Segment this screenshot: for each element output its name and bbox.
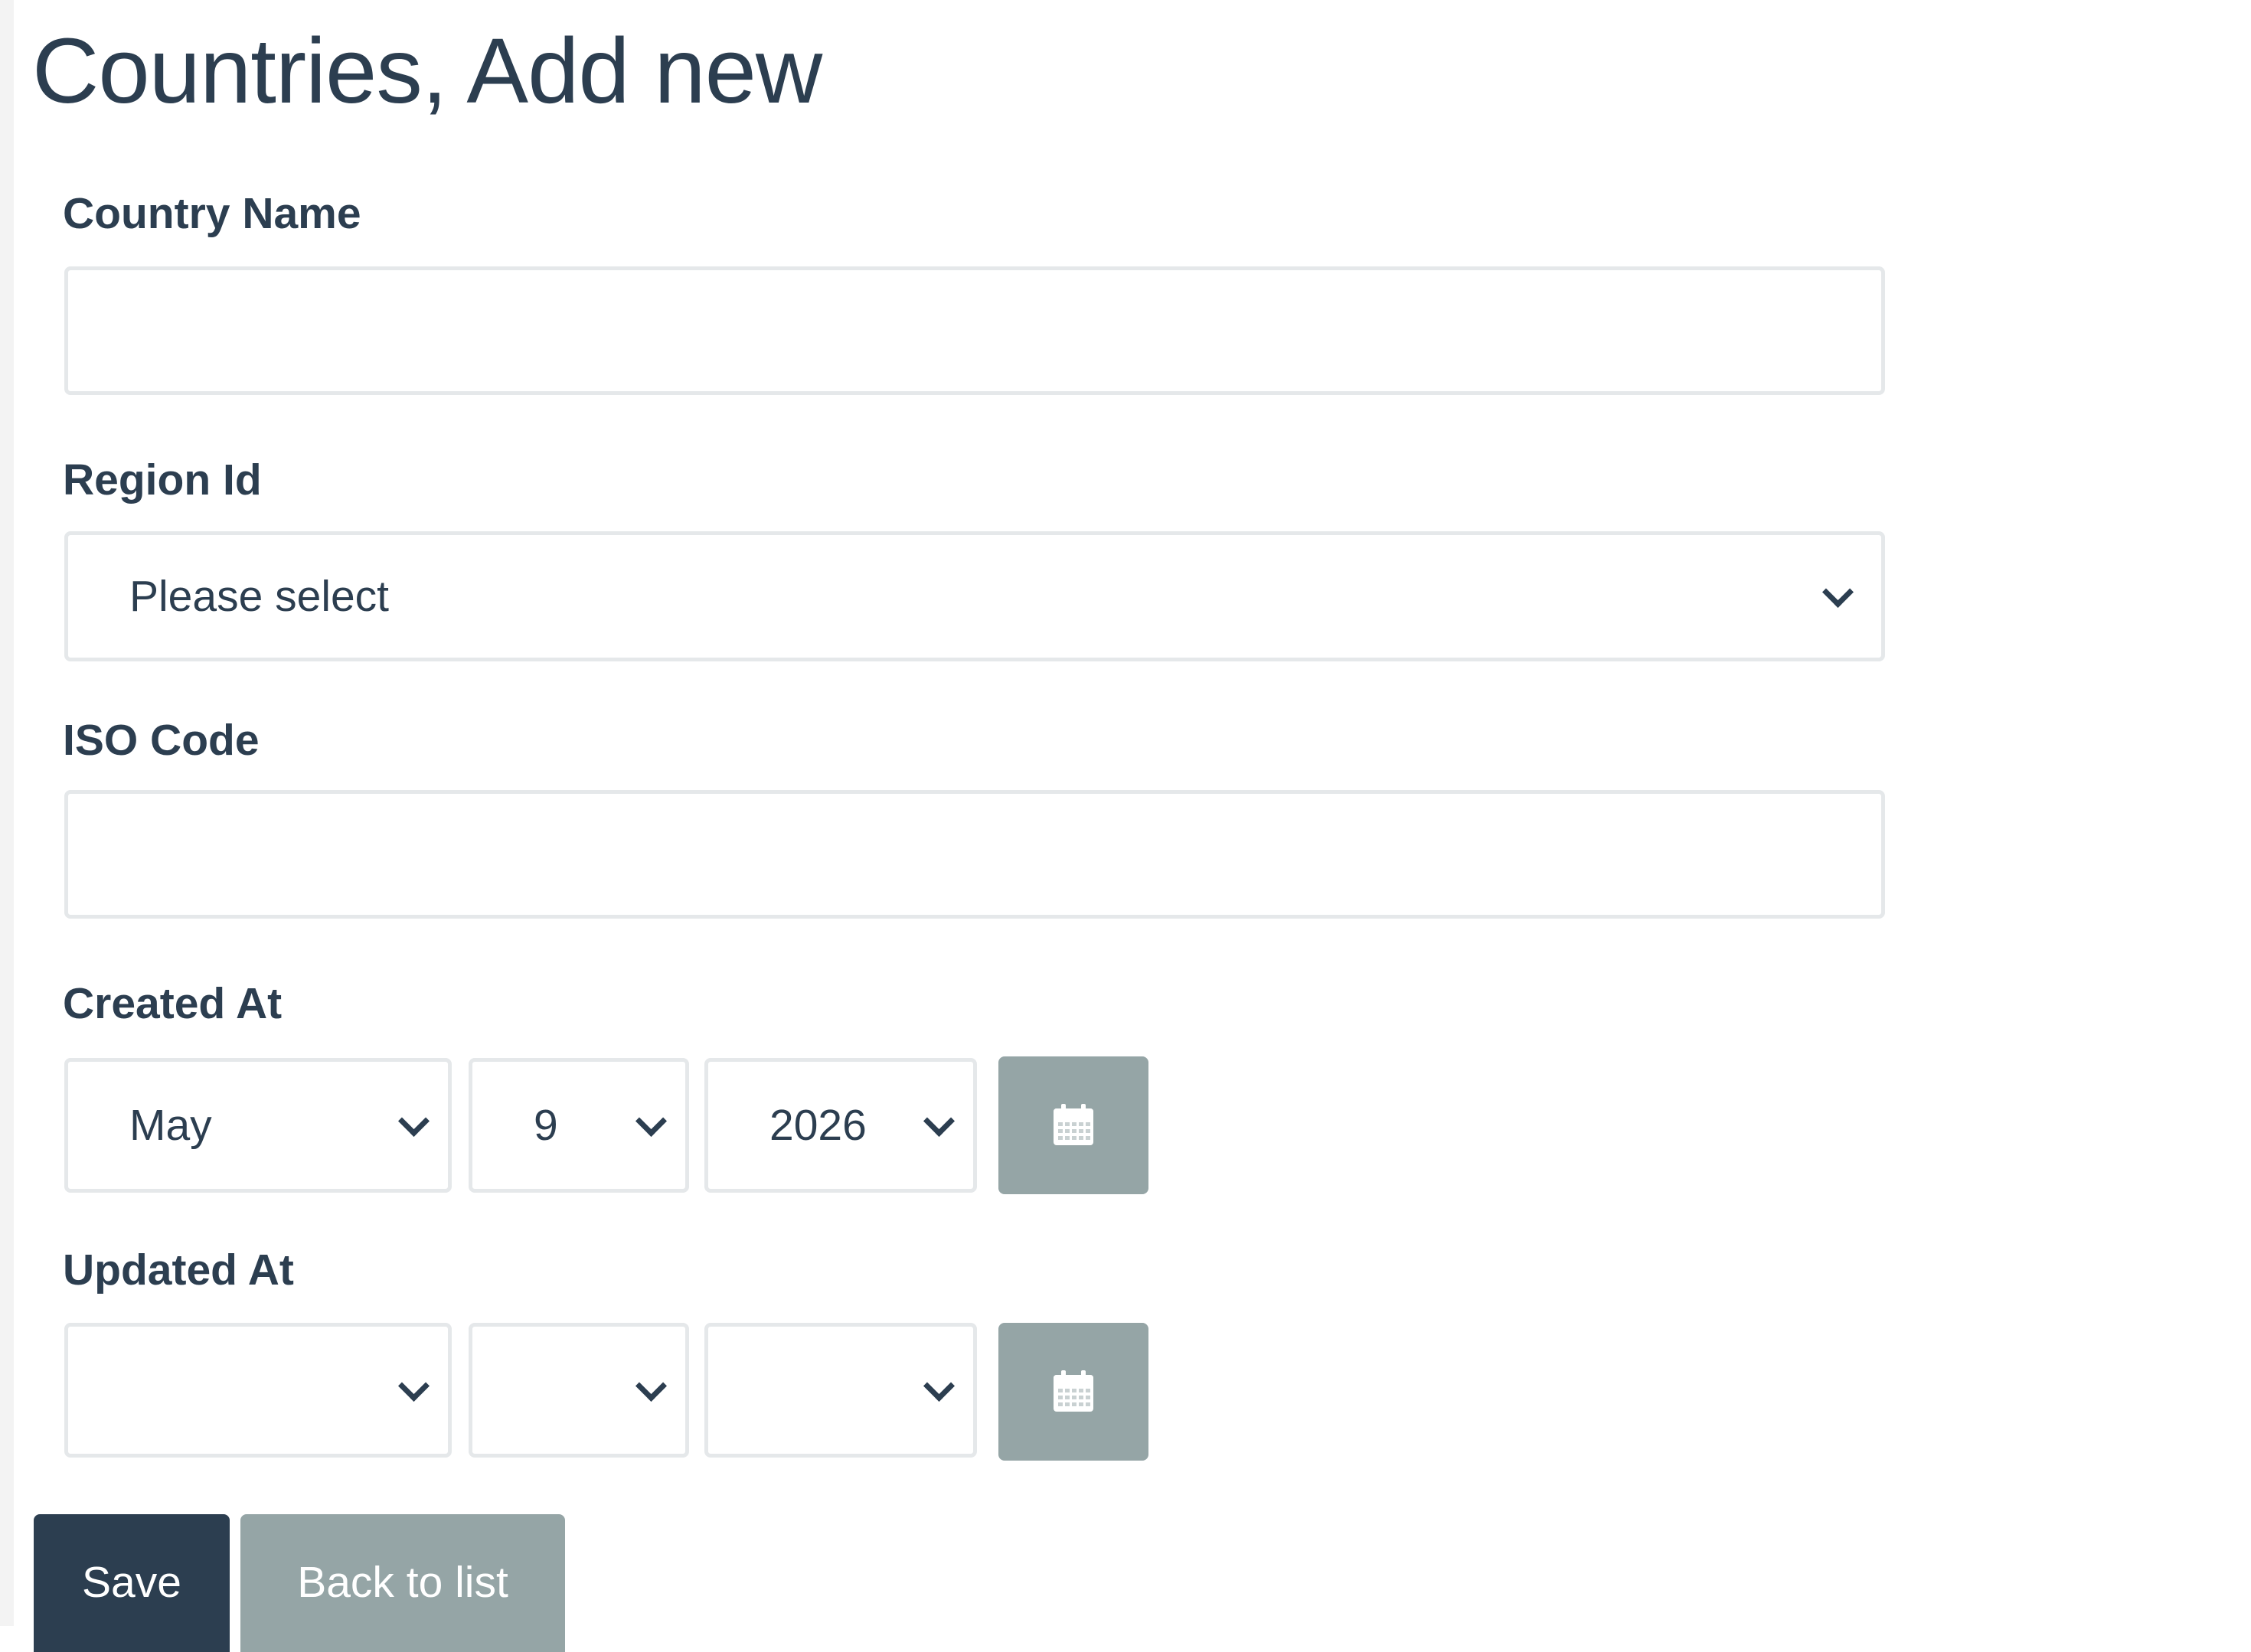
chevron-down-icon (397, 1370, 430, 1402)
created-at-day-value: 9 (534, 1101, 558, 1150)
region-id-label: Region Id (63, 455, 262, 504)
updated-at-day-select[interactable] (469, 1323, 689, 1458)
country-name-label: Country Name (63, 189, 361, 238)
calendar-icon (1054, 1370, 1093, 1412)
updated-at-year-select[interactable] (704, 1323, 977, 1458)
chevron-down-icon (635, 1105, 668, 1138)
left-strip (0, 0, 14, 1626)
save-button[interactable]: Save (34, 1514, 230, 1652)
updated-at-label: Updated At (63, 1246, 294, 1295)
created-at-month-select[interactable]: May (64, 1058, 452, 1193)
country-name-input[interactable] (64, 266, 1885, 395)
chevron-down-icon (397, 1105, 430, 1138)
created-at-year-value: 2026 (769, 1101, 867, 1150)
chevron-down-icon (923, 1105, 956, 1138)
chevron-down-icon (923, 1370, 956, 1402)
back-to-list-button[interactable]: Back to list (240, 1514, 565, 1652)
created-at-day-select[interactable]: 9 (469, 1058, 689, 1193)
region-id-selected-value: Please select (129, 572, 390, 621)
created-at-year-select[interactable]: 2026 (704, 1058, 977, 1193)
created-at-month-value: May (129, 1101, 212, 1150)
iso-code-input[interactable] (64, 790, 1885, 919)
page-title: Countries, Add new (32, 18, 822, 122)
chevron-down-icon (1821, 576, 1854, 609)
created-at-calendar-button[interactable] (998, 1056, 1148, 1194)
calendar-icon (1054, 1104, 1093, 1145)
updated-at-calendar-button[interactable] (998, 1323, 1148, 1461)
region-id-select[interactable]: Please select (64, 531, 1885, 661)
updated-at-month-select[interactable] (64, 1323, 452, 1458)
created-at-label: Created At (63, 979, 283, 1028)
chevron-down-icon (635, 1370, 668, 1402)
iso-code-label: ISO Code (63, 716, 260, 765)
